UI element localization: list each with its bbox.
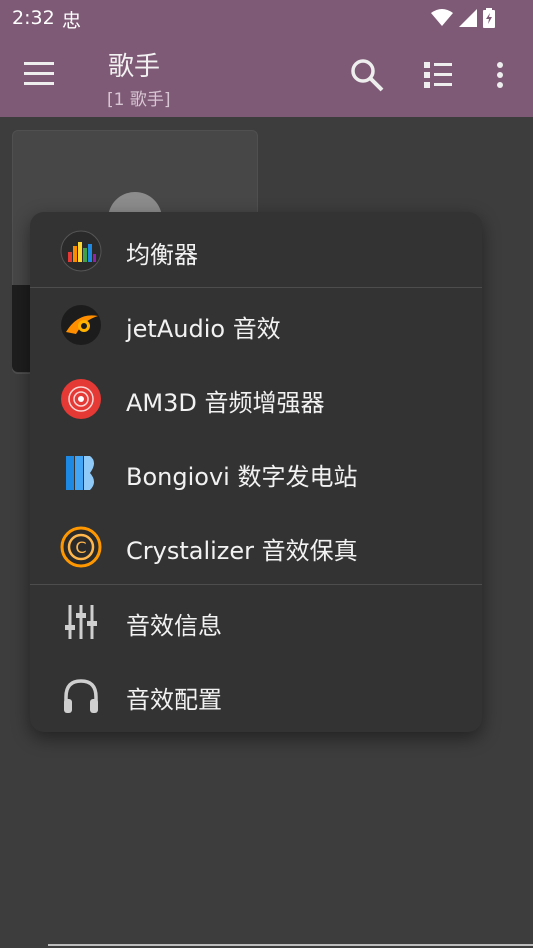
menu-item-label: AM3D 音频增强器 [126,389,325,417]
status-time: 2:32 [12,7,55,29]
crystalizer-app-icon: C [60,526,102,568]
menu-item-equalizer[interactable]: 均衡器 [30,214,482,288]
wifi-icon [431,9,453,26]
am3d-app-icon [61,379,101,419]
more-options-icon[interactable] [494,58,506,92]
page-title: 歌手 [108,52,161,82]
status-bar: 2:32 忠 [0,0,533,36]
menu-item-label: Bongiovi 数字发电站 [126,463,358,491]
search-icon[interactable] [350,58,384,92]
menu-item-label: 音效信息 [126,612,222,640]
card-image-shadow [12,285,32,372]
menu-item-crystalizer[interactable]: C Crystalizer 音效保真 [30,510,482,584]
headphones-icon [64,679,98,713]
bongiovi-app-icon [66,456,94,490]
svg-text:C: C [75,538,86,557]
equalizer-app-icon [60,230,102,272]
menu-item-jetaudio[interactable]: jetAudio 音效 [30,288,482,362]
effects-popup-menu: 均衡器 jetAudio 音效 AM3D 音频增强器 Bongiovi 数字发电… [30,212,482,732]
menu-item-effect-config[interactable]: 音效配置 [30,659,482,733]
menu-item-label: Crystalizer 音效保真 [126,537,358,565]
menu-item-label: 均衡器 [126,241,198,269]
menu-item-effect-info[interactable]: 音效信息 [30,585,482,659]
status-icons [431,8,495,28]
hamburger-menu-icon[interactable] [24,62,58,90]
menu-item-am3d[interactable]: AM3D 音频增强器 [30,362,482,436]
battery-icon [483,8,495,28]
menu-item-label: jetAudio 音效 [126,315,281,343]
notification-glyph: 忠 [62,10,82,32]
app-bar: 歌手 [1 歌手] [0,36,533,117]
page-subtitle: [1 歌手] [107,90,171,110]
signal-icon [459,9,477,27]
list-view-icon[interactable] [422,58,454,92]
menu-item-bongiovi[interactable]: Bongiovi 数字发电站 [30,436,482,510]
sliders-icon [65,605,97,639]
jetaudio-app-icon [61,305,101,345]
menu-item-label: 音效配置 [126,686,222,714]
gesture-nav-bar[interactable] [48,944,533,946]
